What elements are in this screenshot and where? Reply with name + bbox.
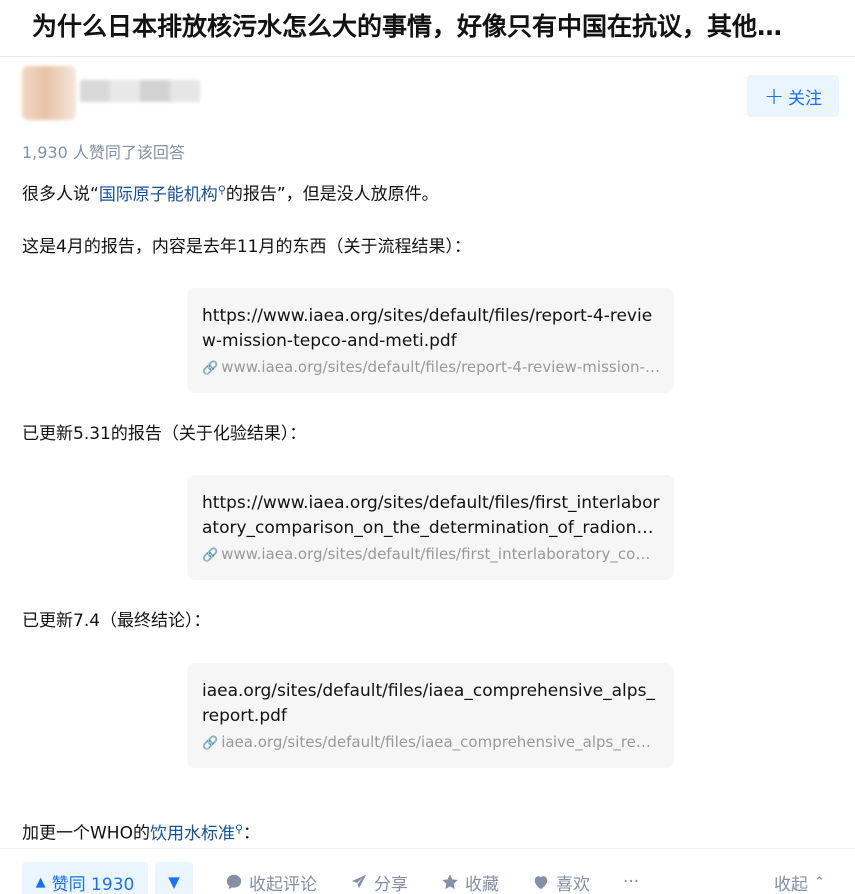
downvote-button[interactable]: ▼ [155, 862, 193, 894]
heart-icon [534, 876, 548, 890]
link-card-alps-report[interactable]: iaea.org/sites/default/files/iaea_compre… [187, 663, 674, 768]
may-report-paragraph: 已更新5.31的报告（关于化验结果）： [22, 424, 307, 444]
who-standard-paragraph: 加更一个WHO的饮用水标准⚲： [22, 816, 260, 847]
comment-label: 收起评论 [249, 874, 317, 894]
follow-label: 关注 [788, 88, 823, 109]
link-card-report-4[interactable]: https://www.iaea.org/sites/default/files… [187, 288, 674, 393]
link-card-url-text: iaea.org/sites/default/files/iaea_compre… [221, 733, 660, 751]
question-title[interactable]: 为什么日本排放核污水怎么大的事情，好像只有中国在抗议，其他… [32, 8, 852, 46]
upvote-label: 赞同 1930 [51, 874, 135, 894]
answer-page: 为什么日本排放核污水怎么大的事情，好像只有中国在抗议，其他… + 关注 1,93… [0, 0, 855, 894]
link-card-url: 🔗 www.iaea.org/sites/default/files/first_… [202, 544, 660, 566]
link-card-url-text: www.iaea.org/sites/default/files/first_i… [221, 545, 660, 563]
link-icon: 🔗 [202, 548, 219, 563]
vote-summary: 1,930 人赞同了该回答 [22, 143, 185, 162]
intro-suffix: 的报告”，但是没人放原件。 [225, 184, 439, 205]
drinking-water-link-text: 饮用水标准 [149, 823, 235, 844]
final-conclusion-paragraph: 已更新7.4（最终结论）： [22, 611, 211, 631]
author-name-blurred[interactable] [80, 80, 200, 102]
plus-icon: + [763, 82, 785, 110]
link-card-url: 🔗 www.iaea.org/sites/default/files/report… [202, 357, 660, 379]
iaea-search-link[interactable]: 国际原子能机构⚲ [98, 183, 226, 205]
follow-button[interactable]: + 关注 [747, 75, 839, 117]
share-label: 分享 [374, 874, 408, 894]
link-card-url-text: www.iaea.org/sites/default/files/report-… [221, 358, 660, 376]
search-icon: ⚲ [234, 822, 244, 835]
link-icon: 🔗 [202, 736, 219, 751]
drinking-water-search-link[interactable]: 饮用水标准⚲ [149, 822, 244, 844]
april-report-paragraph: 这是4月的报告，内容是去年11月的东西（关于流程结果）： [22, 237, 471, 257]
intro-prefix: 很多人说“ [22, 184, 99, 205]
answer-action-bar: ▲ 赞同 1930 ▼ 收起评论 分享 收藏 喜欢 ··· 收起 ⌃ [0, 848, 855, 894]
more-options-button[interactable]: ··· [623, 869, 639, 894]
star-icon [442, 874, 458, 890]
like-button[interactable]: 喜欢 [532, 869, 590, 894]
iaea-link-text: 国际原子能机构 [98, 184, 218, 205]
link-card-title: iaea.org/sites/default/files/iaea_compre… [202, 681, 655, 726]
chevron-up-icon: ⌃ [814, 874, 825, 890]
triangle-down-icon: ▼ [168, 873, 180, 891]
collapse-answer-button[interactable]: 收起 ⌃ [774, 869, 825, 894]
collapse-comments-button[interactable]: 收起评论 [225, 869, 317, 894]
who-prefix: 加更一个WHO的 [22, 823, 150, 844]
who-suffix: ： [243, 823, 261, 844]
favorite-label: 收藏 [465, 874, 499, 894]
author-avatar[interactable] [22, 66, 76, 120]
link-card-title: https://www.iaea.org/sites/default/files… [202, 493, 660, 538]
intro-paragraph: 很多人说“国际原子能机构⚲的报告”，但是没人放原件。 [22, 177, 439, 208]
link-card-interlaboratory[interactable]: https://www.iaea.org/sites/default/files… [187, 475, 674, 580]
share-icon [351, 874, 367, 889]
question-header: 为什么日本排放核污水怎么大的事情，好像只有中国在抗议，其他… [0, 0, 855, 57]
link-card-url: 🔗 iaea.org/sites/default/files/iaea_compr… [202, 732, 660, 754]
link-card-title: https://www.iaea.org/sites/default/files… [202, 306, 653, 351]
link-icon: 🔗 [202, 361, 219, 376]
search-icon: ⚲ [217, 183, 226, 196]
comment-icon [226, 874, 242, 890]
share-button[interactable]: 分享 [350, 869, 408, 894]
triangle-up-icon: ▲ [35, 874, 46, 890]
like-label: 喜欢 [556, 874, 590, 894]
favorite-button[interactable]: 收藏 [441, 869, 499, 894]
upvote-button[interactable]: ▲ 赞同 1930 [22, 862, 148, 894]
collapse-label: 收起 [774, 874, 808, 894]
more-label: ··· [623, 872, 640, 892]
